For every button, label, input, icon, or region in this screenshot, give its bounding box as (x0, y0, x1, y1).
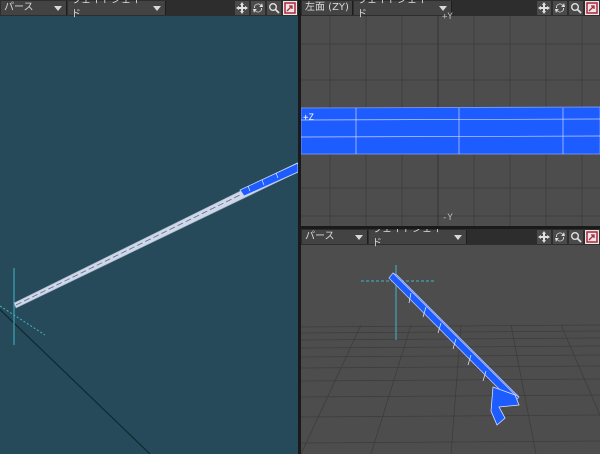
shading-dropdown[interactable]: ウェイトシェイド (353, 0, 452, 20)
chevron-down-icon (454, 234, 462, 240)
beam-selected-end (239, 162, 298, 197)
axis-label-top: +Y (442, 12, 453, 22)
shading-dropdown[interactable]: ウェイトシェイド (369, 229, 467, 249)
viewport-perspective-left[interactable]: パース ウェイトシェイド (0, 0, 298, 454)
chevron-down-icon (153, 5, 161, 11)
axis-label-left: +Z (303, 113, 314, 123)
beam-perspective (388, 272, 520, 404)
axis-label-bottom: -Y (442, 213, 453, 223)
chevron-down-icon (355, 234, 363, 240)
beam-side-view (301, 106, 600, 155)
zoom-view-icon[interactable] (569, 230, 583, 244)
ortho-canvas[interactable]: +Y -Y +Z (301, 12, 600, 226)
viewport-toolbar: パース ウェイトシェイド (301, 229, 600, 249)
perspective-canvas[interactable] (301, 245, 600, 454)
ortho-grid (301, 16, 600, 226)
maximize-view-icon[interactable] (283, 1, 297, 15)
rotate-view-icon[interactable] (553, 1, 567, 15)
zoom-view-icon[interactable] (569, 1, 583, 15)
view-mode-dropdown[interactable]: パース (302, 230, 368, 244)
view-mode-label: パース (4, 2, 34, 13)
shading-dropdown[interactable]: ウェイトシェイド (68, 0, 166, 20)
perspective-canvas[interactable] (0, 16, 298, 454)
move-view-icon[interactable] (537, 1, 551, 15)
move-view-icon[interactable] (235, 1, 249, 15)
chevron-down-icon (438, 5, 447, 11)
viewport-perspective-right[interactable]: パース ウェイトシェイド (301, 229, 600, 454)
perspective-scene (0, 162, 298, 454)
ground-line (0, 308, 151, 454)
viewport-left-zy[interactable]: 左面 (ZY) ウェイトシェイド +Y -Y +Z (301, 0, 600, 226)
chevron-down-icon (54, 5, 62, 11)
move-view-icon[interactable] (537, 230, 551, 244)
maximize-view-icon[interactable] (585, 230, 599, 244)
viewport-toolbar: パース ウェイトシェイド (0, 0, 298, 20)
view-mode-label: パース (305, 231, 335, 242)
perspective-scene (301, 265, 600, 454)
maximize-view-icon[interactable] (585, 1, 599, 15)
zoom-view-icon[interactable] (267, 1, 281, 15)
view-mode-dropdown[interactable]: パース (1, 1, 67, 15)
view-title[interactable]: 左面 (ZY) (302, 1, 353, 15)
rotate-view-icon[interactable] (251, 1, 265, 15)
rotate-view-icon[interactable] (553, 230, 567, 244)
